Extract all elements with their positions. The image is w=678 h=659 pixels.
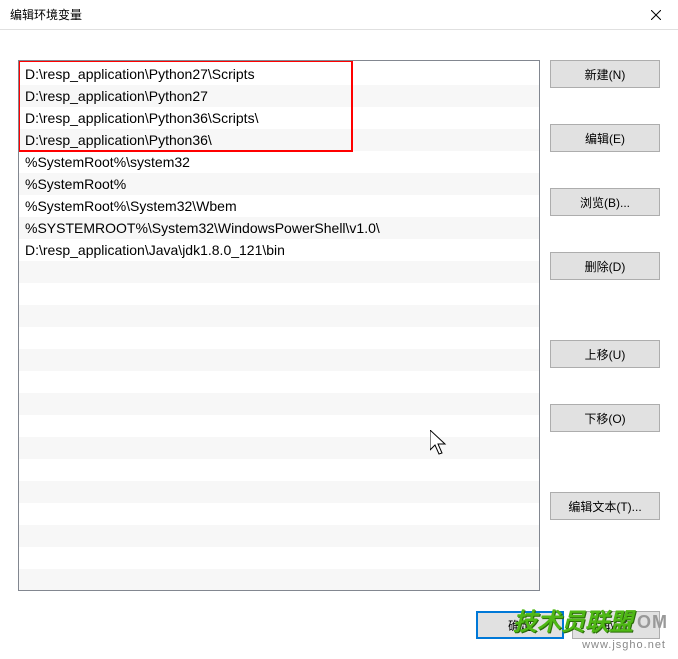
edit-button[interactable]: 编辑(E) — [550, 124, 660, 152]
new-button[interactable]: 新建(N) — [550, 60, 660, 88]
cancel-button[interactable]: 取消 — [572, 611, 660, 639]
delete-button[interactable]: 删除(D) — [550, 252, 660, 280]
close-icon — [651, 10, 661, 20]
list-item[interactable]: D:\resp_application\Python27\Scripts — [19, 63, 539, 85]
list-item[interactable]: %SystemRoot% — [19, 173, 539, 195]
edit-text-button[interactable]: 编辑文本(T)... — [550, 492, 660, 520]
list-item[interactable]: %SYSTEMROOT%\System32\WindowsPowerShell\… — [19, 217, 539, 239]
move-up-button[interactable]: 上移(U) — [550, 340, 660, 368]
list-item[interactable]: D:\resp_application\Java\jdk1.8.0_121\bi… — [19, 239, 539, 261]
titlebar: 编辑环境变量 — [0, 0, 678, 30]
list-item[interactable]: D:\resp_application\Python36\Scripts\ — [19, 107, 539, 129]
list-item[interactable]: %SystemRoot%\System32\Wbem — [19, 195, 539, 217]
close-button[interactable] — [633, 0, 678, 30]
path-list-items: D:\resp_application\Python27\Scripts D:\… — [19, 61, 539, 263]
ok-button[interactable]: 确定 — [476, 611, 564, 639]
dialog-window: 编辑环境变量 D:\resp_application\Python27\Scri… — [0, 0, 678, 659]
list-item[interactable]: %SystemRoot%\system32 — [19, 151, 539, 173]
window-title: 编辑环境变量 — [10, 6, 82, 23]
path-listbox[interactable]: D:\resp_application\Python27\Scripts D:\… — [18, 60, 540, 591]
side-buttons: 新建(N) 编辑(E) 浏览(B)... 删除(D) 上移(U) 下移(O) 编… — [550, 60, 660, 591]
dialog-content: D:\resp_application\Python27\Scripts D:\… — [0, 30, 678, 609]
list-item[interactable]: D:\resp_application\Python27 — [19, 85, 539, 107]
move-down-button[interactable]: 下移(O) — [550, 404, 660, 432]
listbox-background-rows — [19, 261, 539, 590]
browse-button[interactable]: 浏览(B)... — [550, 188, 660, 216]
list-item[interactable]: D:\resp_application\Python36\ — [19, 129, 539, 151]
dialog-footer: 确定 取消 — [0, 609, 678, 659]
